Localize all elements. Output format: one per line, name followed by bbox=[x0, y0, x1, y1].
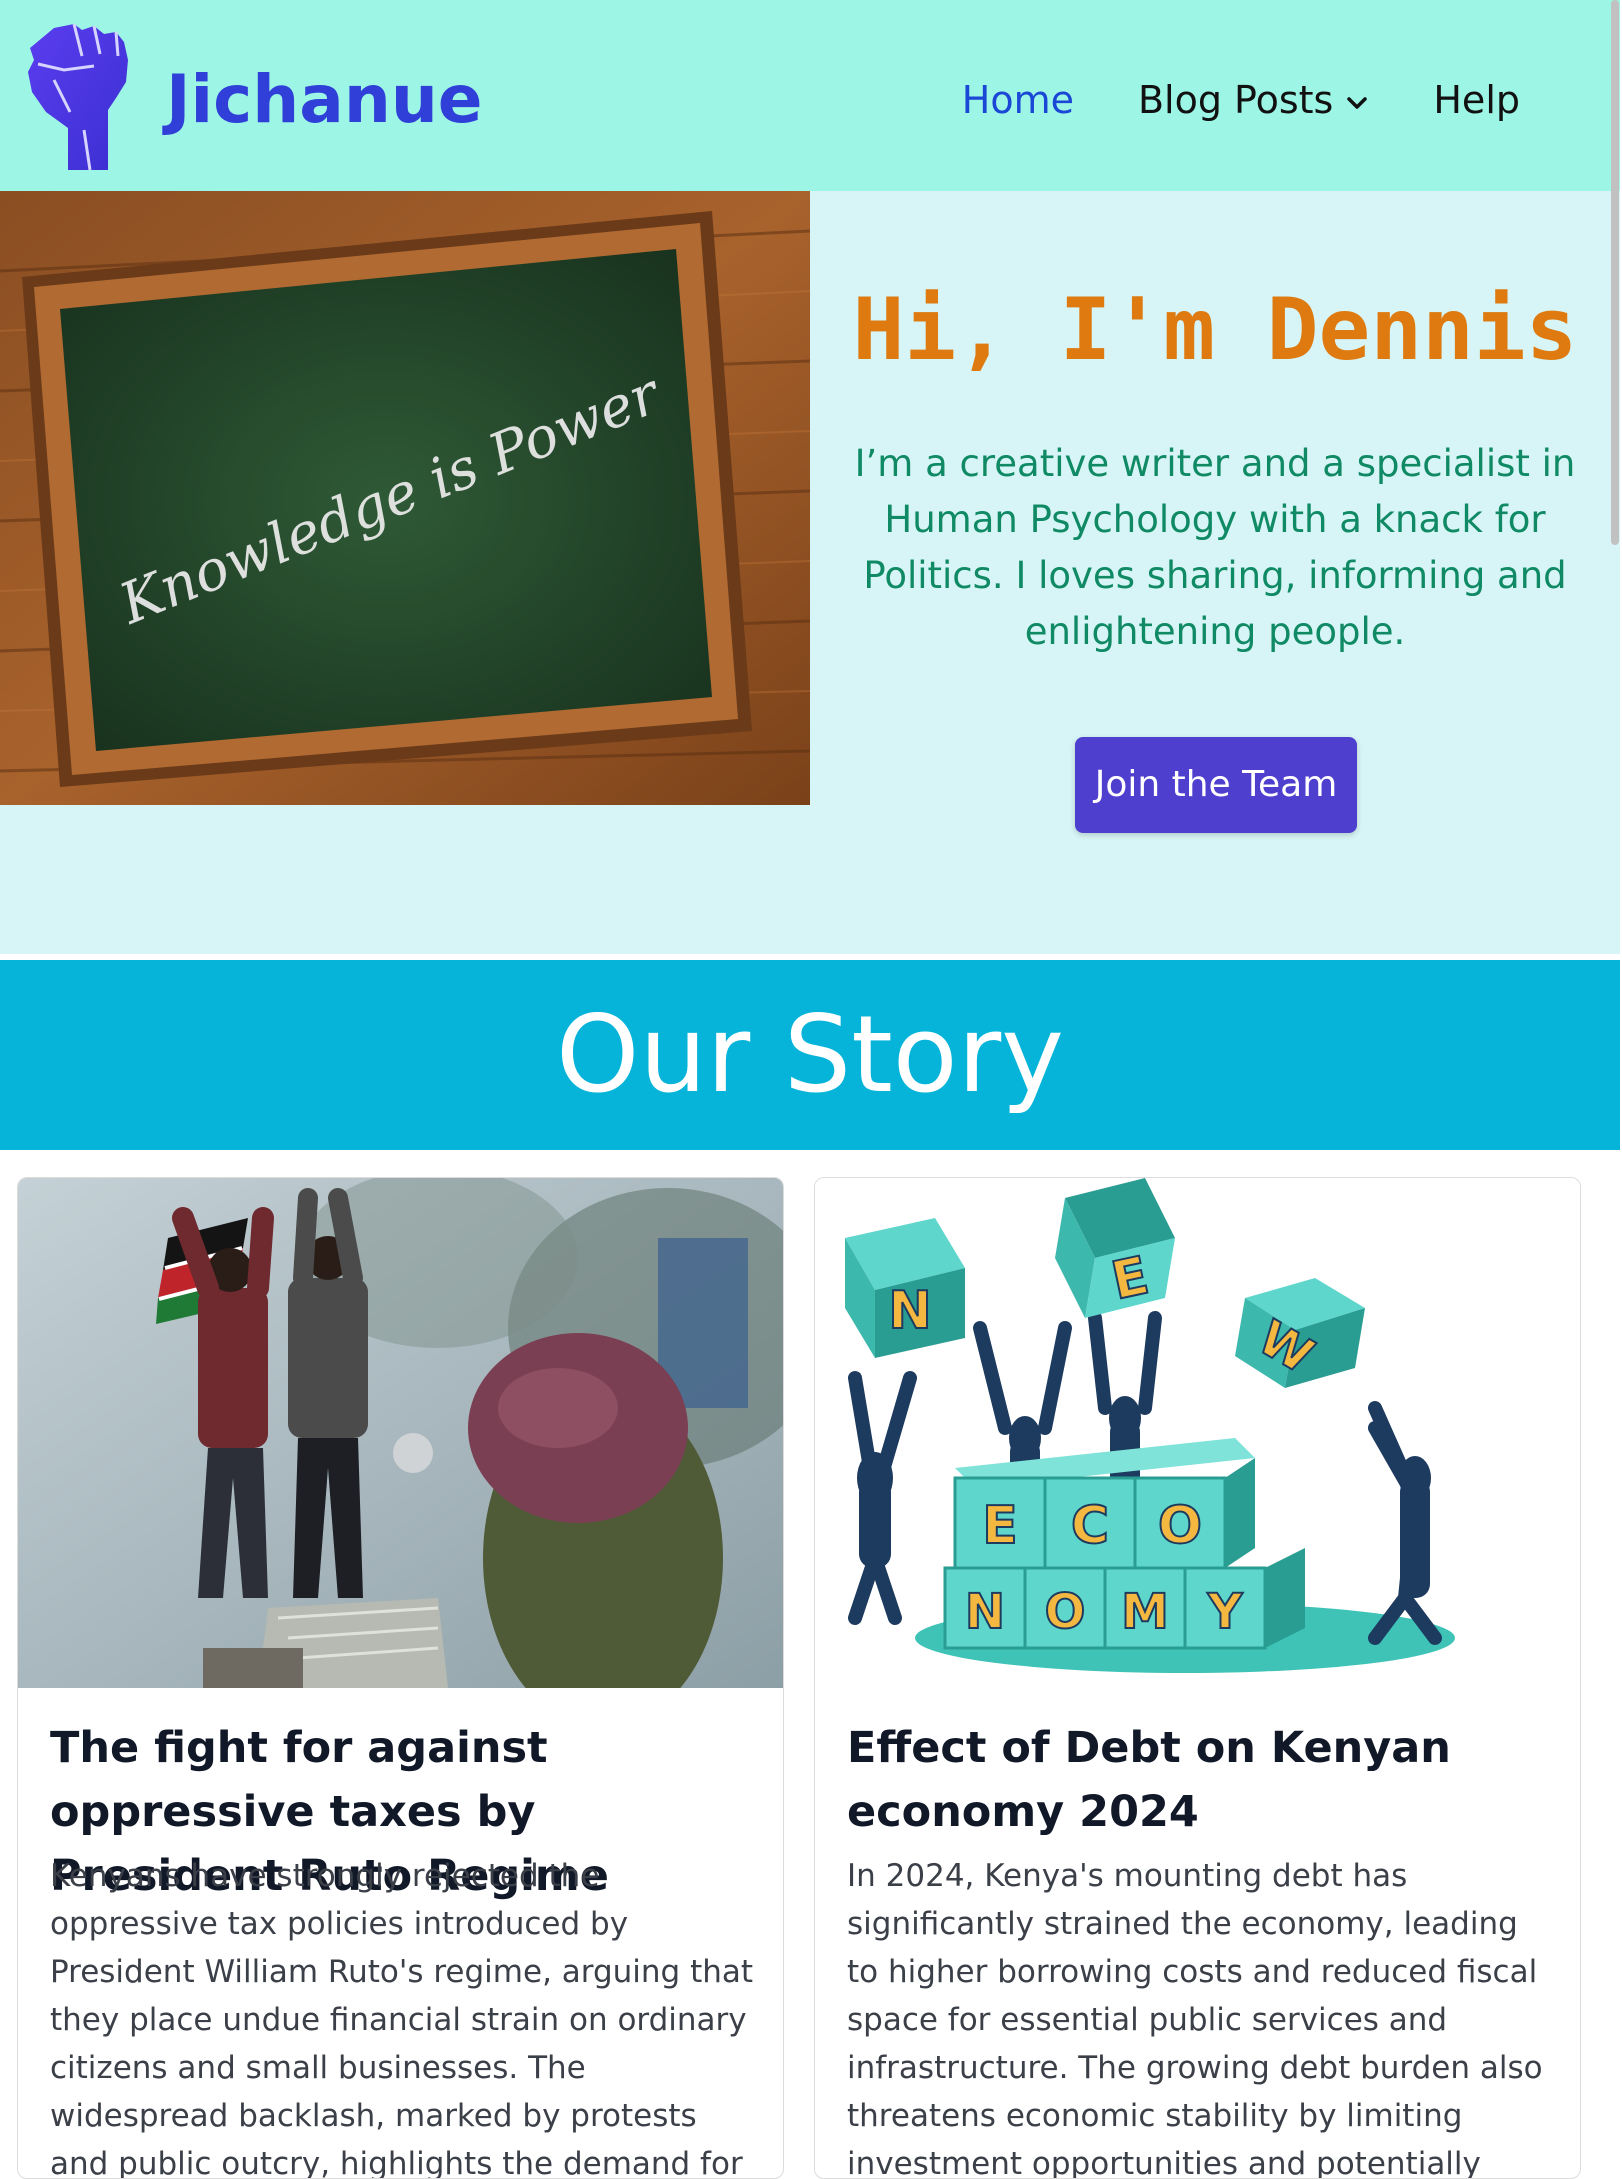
nav-item-blog-posts[interactable]: Blog Posts bbox=[1138, 70, 1369, 130]
story-banner: Our Story bbox=[0, 960, 1620, 1150]
cube-letter: E bbox=[982, 1496, 1018, 1556]
new-economy-illustration-image: N E W E C O N O M Y bbox=[815, 1178, 1580, 1688]
cube-letter: M bbox=[1121, 1584, 1169, 1640]
cube-letter: O bbox=[1158, 1496, 1202, 1556]
nav-item-help-label: Help bbox=[1433, 78, 1520, 122]
hero-section: Knowledge is Power Hi, I'm Dennis I’m a … bbox=[0, 191, 1620, 954]
protest-photo-image bbox=[18, 1178, 783, 1688]
cube-letter: Y bbox=[1207, 1584, 1244, 1640]
hero-description: I’m a creative writer and a specialist i… bbox=[854, 442, 1576, 653]
raised-fist-icon[interactable] bbox=[24, 20, 134, 172]
cube-letter: N bbox=[965, 1584, 1005, 1640]
hero-intro: Hi, I'm Dennis I’m a creative writer and… bbox=[810, 191, 1620, 954]
cube-letter: O bbox=[1045, 1584, 1086, 1640]
join-the-team-button[interactable]: Join the Team bbox=[1075, 737, 1357, 833]
chevron-down-icon bbox=[1347, 96, 1368, 109]
cube-letter: C bbox=[1071, 1496, 1109, 1556]
knowledge-is-power-chalkboard-image: Knowledge is Power bbox=[0, 191, 810, 805]
card-text: In 2024, Kenya's mounting debt has signi… bbox=[847, 1858, 1543, 2179]
brand-name[interactable]: Jichanue bbox=[166, 56, 483, 144]
nav-item-help[interactable]: Help bbox=[1433, 70, 1520, 130]
navbar: Jichanue Home Blog Posts Help bbox=[0, 0, 1620, 191]
hero-title: Hi, I'm Dennis bbox=[852, 280, 1578, 380]
cube-letter: N bbox=[888, 1281, 932, 1341]
card-title[interactable]: Effect of Debt on Kenyan economy 2024 bbox=[847, 1716, 1552, 1844]
nav-links: Home Blog Posts Help bbox=[898, 70, 1520, 130]
card-text: Kenyans have strongly rejected the oppre… bbox=[50, 1858, 754, 2179]
page-scrollbar[interactable] bbox=[1611, 0, 1619, 545]
story-title: Our Story bbox=[556, 993, 1064, 1116]
nav-item-home-label: Home bbox=[961, 78, 1074, 122]
nav-item-home[interactable]: Home bbox=[962, 70, 1074, 130]
nav-item-blog-posts-label: Blog Posts bbox=[1137, 78, 1334, 122]
blog-card-taxes[interactable]: The fight for against oppressive taxes b… bbox=[17, 1177, 784, 2179]
blog-card-debt[interactable]: N E W E C O N O M Y Effect of Debt on Ke… bbox=[814, 1177, 1581, 2179]
